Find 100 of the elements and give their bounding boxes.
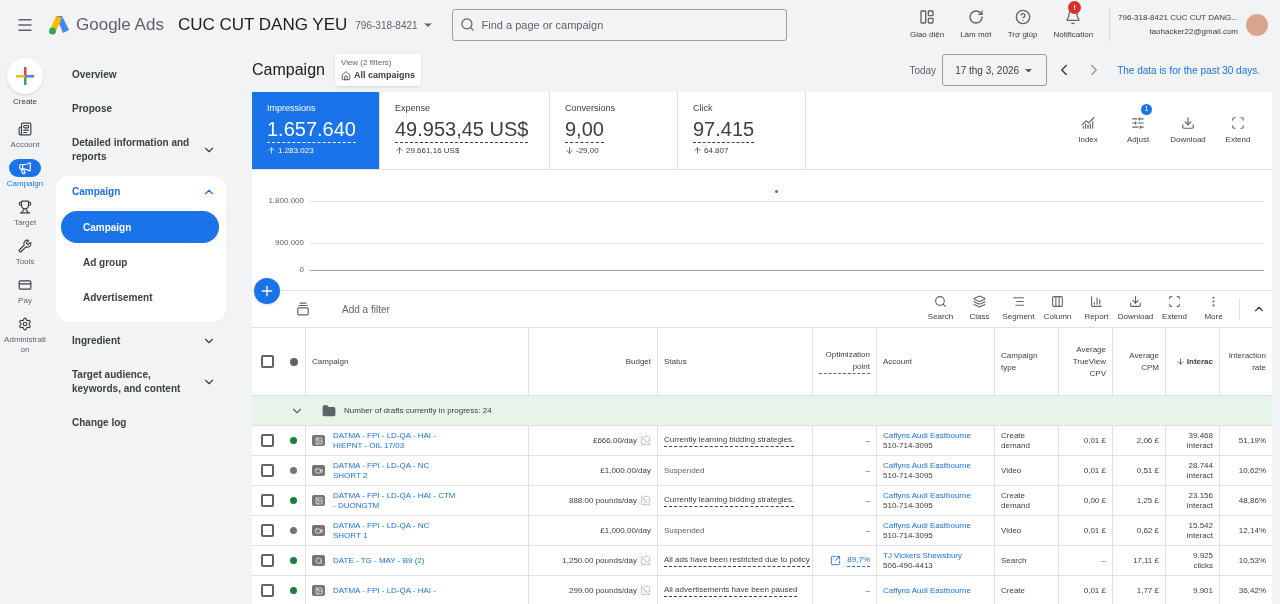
chart-tool-button[interactable]: Adjust <box>1120 116 1156 146</box>
account-link[interactable]: Caffyns Audi Eastbourne <box>883 520 971 531</box>
column-header[interactable]: Optimization point <box>819 349 870 374</box>
nav-item[interactable]: Change log <box>56 406 226 440</box>
status-text[interactable]: Currently learning bidding strategies. <box>664 494 795 507</box>
column-header[interactable]: Budget <box>625 355 651 368</box>
toolbar-button[interactable]: Giao diện <box>909 9 945 41</box>
column-header[interactable]: Campaign <box>312 355 349 368</box>
table-tool-button[interactable]: Search <box>921 295 960 323</box>
toolbar-button[interactable]: Làm mới <box>960 9 992 41</box>
chart-tool-button[interactable]: Index <box>1070 116 1106 146</box>
date-picker[interactable]: 17 thg 3, 2026 <box>942 54 1048 86</box>
add-button[interactable] <box>254 278 280 304</box>
rail-item[interactable]: Administration <box>2 315 48 355</box>
table-tool-button[interactable]: Class <box>960 295 999 323</box>
account-switcher[interactable]: CUC CUT DANG YEU 796-318-8421 <box>177 12 434 38</box>
campaign-link[interactable]: DATMA - FPI - LD-QA - NC SHORT 2 <box>333 460 458 481</box>
rail-item[interactable]: Target <box>2 198 48 228</box>
nav-subitem[interactable]: Campaign <box>61 211 219 243</box>
checkbox[interactable] <box>260 524 274 537</box>
table-tool-button[interactable]: Extend <box>1155 295 1194 323</box>
cpm-value: 1,25 £ <box>1136 494 1159 507</box>
interactions-value: 23.156 <box>1188 490 1213 501</box>
campaign-link[interactable]: DATMA - FPI - LD-QA - HAI - <box>333 585 436 596</box>
campaign-link[interactable]: DATE - TG - MAY - B9 (2) <box>333 555 425 566</box>
nav-subitem[interactable]: Ad group <box>61 246 219 278</box>
rail-item[interactable]: Campaign <box>2 159 48 189</box>
view-selector[interactable]: View (2 filters) All campaigns <box>334 54 421 86</box>
nav-item[interactable]: Detailed information and reports <box>56 126 226 174</box>
checkbox[interactable] <box>260 464 274 477</box>
layout-icon <box>919 9 936 25</box>
create-button[interactable] <box>7 58 43 94</box>
cpm-value: 1,77 £ <box>1136 584 1159 597</box>
filter-icon[interactable] <box>296 302 310 316</box>
account-link[interactable]: Caffyns Audi Eastbourne <box>883 585 971 596</box>
plus-icon <box>16 67 34 85</box>
chart-tool-button[interactable]: Extend <box>1220 116 1256 146</box>
account-link[interactable]: Caffyns Audi Eastbourne <box>883 460 971 471</box>
folder-icon <box>322 403 336 418</box>
column-header[interactable]: Status <box>664 355 687 368</box>
rail-item[interactable]: Account <box>2 120 48 150</box>
metric-card[interactable]: Conversions 9,00 -29,00 <box>550 92 678 169</box>
checkbox[interactable] <box>260 554 274 567</box>
toolbar-button[interactable]: Trợ giúp <box>1007 9 1038 41</box>
interactions-value: 9.925 <box>1192 550 1213 561</box>
account-link[interactable]: TJ Vickers Shewsbury <box>883 550 962 561</box>
interactions-value: 28.744 <box>1188 460 1213 471</box>
cpm-value: 0,62 £ <box>1136 524 1159 537</box>
nav-subitem[interactable]: Advertisement <box>61 281 219 313</box>
rail-item[interactable]: Tools <box>2 237 48 267</box>
account-link[interactable]: Caffyns Audi Eastbourne <box>883 430 971 441</box>
refresh-icon <box>967 9 984 25</box>
campaign-type: Create <box>1001 585 1026 596</box>
checkbox[interactable] <box>260 584 274 597</box>
table-tool-button[interactable]: More <box>1194 295 1233 323</box>
chart-tool-button[interactable]: Download <box>1170 116 1206 146</box>
optimization-value: – <box>865 494 870 507</box>
column-header[interactable]: Interac <box>1175 355 1213 368</box>
checkbox[interactable] <box>260 494 274 507</box>
search-field[interactable]: Find a page or campaign <box>451 9 787 41</box>
column-header[interactable]: Account <box>883 355 912 368</box>
optimization-link[interactable]: 89,7% <box>847 554 870 567</box>
sort-icon <box>1175 357 1185 366</box>
column-header[interactable]: Average TrueView CPV <box>1065 343 1106 380</box>
campaign-link[interactable]: DATMA - FPI - LD-QA - HAI - CTM - DUONGTM <box>333 490 458 511</box>
campaign-link[interactable]: DATMA - FPI - LD-QA - NC SHORT 1 <box>333 520 458 541</box>
column-header[interactable]: Campaign type <box>1001 349 1052 374</box>
column-header[interactable]: Average CPM <box>1119 349 1159 374</box>
budget-value: 1,250.00 pounds/day <box>562 554 637 567</box>
nav-item[interactable]: Ingredient <box>56 324 226 358</box>
nav-item[interactable]: Overview <box>56 58 226 92</box>
nav-item[interactable]: Campaign <box>56 176 226 208</box>
rail-item[interactable]: Pay <box>2 276 48 306</box>
axis-label: 0 <box>298 264 305 276</box>
checkbox[interactable] <box>260 434 274 447</box>
campaign-link[interactable]: DATMA - FPI - LD-QA - HAI - HIEPNT - OIL 17/03 <box>333 430 458 451</box>
checkbox[interactable] <box>260 355 274 368</box>
metric-card[interactable]: Impressions 1.657.640 1.283.023 <box>252 92 380 169</box>
column-header[interactable]: Interaction rate <box>1226 349 1266 374</box>
notification-badge: ! <box>1068 1 1082 14</box>
budget-value: £666.00/day <box>592 434 637 447</box>
metric-card[interactable]: Click 97.415 64.807 <box>678 92 806 169</box>
status-text[interactable]: All ads have been restricted due to policy <box>664 554 810 567</box>
status-text[interactable]: All advertisements have been paused <box>664 584 798 597</box>
layers-icon <box>973 295 986 308</box>
status-text[interactable]: Currently learning bidding strategies. <box>664 434 795 447</box>
table-tool-button[interactable]: Download <box>1116 295 1155 323</box>
optimization-value: – <box>865 464 870 477</box>
group-row[interactable]: Number of drafts currently in progress: 24 <box>252 396 1272 426</box>
menu-icon[interactable] <box>16 16 34 34</box>
nav-item[interactable]: Target audience, keywords, and content <box>56 358 226 406</box>
account-id: 510-714-3095 <box>883 530 934 541</box>
nav-item[interactable]: Propose <box>56 92 226 126</box>
account-link[interactable]: Caffyns Audi Eastbourne <box>883 490 971 501</box>
metric-card[interactable]: Expense 49.953,45 US$ 29.661,16 US$ <box>380 92 550 169</box>
filter-field[interactable]: Add a filter <box>342 301 390 317</box>
table-tool-button[interactable]: Segment <box>999 295 1038 323</box>
table-tool-button[interactable]: Report <box>1077 295 1116 323</box>
cpv-value: 0,01 £ <box>1083 584 1106 597</box>
table-tool-button[interactable]: Column <box>1038 295 1077 323</box>
